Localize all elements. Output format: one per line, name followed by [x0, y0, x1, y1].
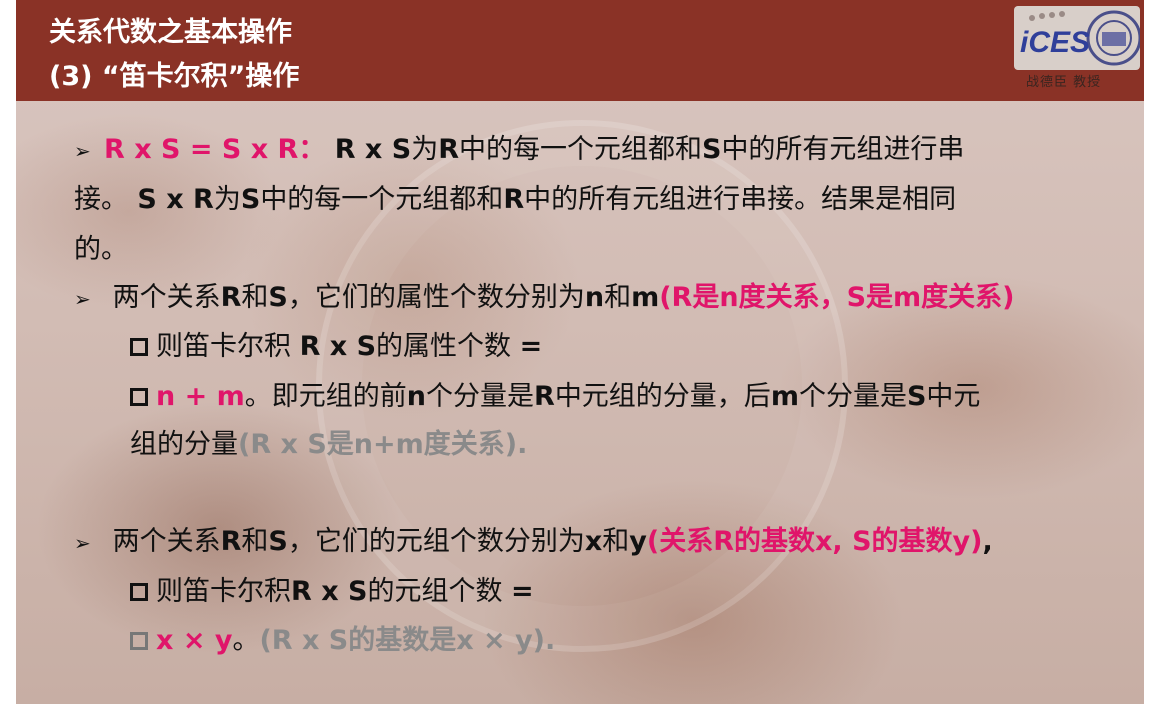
text-segment: ，它们的元组个数分别为: [287, 526, 585, 557]
ices-logo-icon: iCES: [1014, 6, 1142, 70]
text-wei: 为: [213, 184, 241, 215]
text-segment: 接。: [74, 184, 128, 215]
bullet-arrow-icon: ➢: [74, 139, 91, 163]
text-s: S: [701, 134, 722, 165]
text-r: R: [438, 134, 459, 165]
cardinality-summary: (R x S的基数是x × y).: [259, 625, 556, 656]
text-m: m: [631, 282, 660, 313]
text-he: 和: [241, 282, 269, 313]
logo-caption: 战德臣 教授: [1026, 75, 1102, 90]
point-2-sub-2: n + m。即元组的前n个分量是R中元组的分量，后m个分量是S中元: [130, 372, 980, 422]
text-segment: 的元组个数: [367, 576, 512, 607]
text-segment: 组的分量: [130, 429, 238, 460]
text-r-x-s: R x S: [291, 576, 368, 607]
text-segment: 则笛卡尔积: [156, 331, 300, 362]
point-1-line-3: 的。: [74, 225, 128, 275]
text-r-x-s: R x S: [299, 331, 377, 362]
point-2-line-1: ➢ 两个关系R和S，它们的属性个数分别为n和m(R是n度关系，S是m度关系): [74, 273, 1015, 324]
slide-subtitle: (3) “笛卡尔积”操作: [49, 61, 300, 92]
text-segment: 。即元组的前: [244, 381, 407, 412]
degree-summary: (R x S是n+m度关系).: [238, 429, 528, 460]
text-segment: 中的所有元组进行串接。结果是相同: [524, 184, 957, 215]
cardinality-note: (关系R的基数x, S的基数y): [646, 526, 983, 557]
text-r: R: [220, 282, 242, 313]
point-1-line-2: 接。 S x R为S中的每一个元组都和R中的所有元组进行串接。结果是相同: [74, 175, 956, 225]
formula-x-times-y: x × y: [156, 625, 233, 656]
text-segment: 两个关系: [104, 282, 221, 313]
text-wei: 为: [411, 134, 439, 165]
text-r: R: [220, 526, 242, 557]
text-he: 和: [604, 282, 632, 313]
text-segment: 。: [232, 625, 260, 656]
point-3-line-1: ➢ 两个关系R和S，它们的元组个数分别为x和y(关系R的基数x, S的基数y),: [74, 517, 993, 568]
point-3-sub-1: 则笛卡尔积R x S的元组个数 =: [130, 567, 534, 617]
degree-note: (R是n度关系，S是m度关系): [659, 282, 1015, 313]
text-segment: 中元组的分量，后: [554, 381, 771, 412]
text-n: n: [406, 381, 427, 412]
point-1-line-1: ➢ R x S = S x R： R x S为R中的每一个元组都和S中的所有元组进…: [74, 125, 964, 176]
ices-logo: iCES 战德臣 教授: [1014, 6, 1142, 90]
text-equals: =: [511, 576, 534, 607]
point-2-sub-1: 则笛卡尔积 R x S的属性个数 =: [130, 322, 542, 372]
text-segment: 的属性个数: [376, 331, 520, 362]
text-s: S: [240, 184, 261, 215]
checkbox-square-icon: [130, 632, 148, 650]
svg-text:iCES: iCES: [1020, 26, 1090, 59]
text-segment: 中的所有元组进行串: [721, 134, 965, 165]
text-segment: 个分量是: [426, 381, 535, 412]
text-s-x-r: S x R: [128, 184, 214, 215]
checkbox-square-icon: [130, 388, 148, 406]
text-s: S: [268, 526, 288, 557]
point-2-sub-2-cont: 组的分量(R x S是n+m度关系).: [130, 420, 527, 470]
checkbox-square-icon: [130, 338, 148, 356]
text-m: m: [770, 381, 799, 412]
slide: 关系代数之基本操作 (3) “笛卡尔积”操作 iCES 战德臣 教授 ➢ R x …: [16, 0, 1144, 704]
formula-commutative: R x S = S x R: [104, 134, 299, 165]
bullet-arrow-icon: ➢: [74, 287, 91, 311]
text-segment: 中的每一个元组都和: [458, 134, 702, 165]
text-segment: ，它们的属性个数分别为: [287, 282, 585, 313]
text-equals: =: [519, 331, 543, 362]
text-x: x: [584, 526, 603, 557]
slide-title: 关系代数之基本操作: [49, 17, 292, 48]
text-he: 和: [602, 526, 630, 557]
text-comma: ,: [982, 526, 993, 557]
text-s: S: [268, 282, 288, 313]
text-n: n: [584, 282, 605, 313]
text-segment: 个分量是: [798, 381, 907, 412]
text-segment: 的。: [74, 234, 128, 265]
bullet-arrow-icon: ➢: [74, 531, 91, 555]
text-s: S: [906, 381, 927, 412]
text-r-x-s: R x S: [325, 134, 412, 165]
text-segment: 中元: [926, 381, 981, 412]
point-3-sub-2: x × y。(R x S的基数是x × y).: [130, 616, 555, 666]
text-y: y: [629, 526, 647, 557]
text-segment: 中的每一个元组都和: [260, 184, 504, 215]
text-segment: 则笛卡尔积: [156, 576, 291, 607]
formula-n-plus-m: n + m: [156, 381, 245, 412]
text-r: R: [503, 184, 525, 215]
slide-header: 关系代数之基本操作 (3) “笛卡尔积”操作 iCES 战德臣 教授: [16, 0, 1144, 101]
text-segment: 两个关系: [104, 526, 221, 557]
text-r: R: [534, 381, 555, 412]
checkbox-square-icon: [130, 583, 148, 601]
colon: ：: [298, 134, 326, 165]
text-he: 和: [241, 526, 269, 557]
